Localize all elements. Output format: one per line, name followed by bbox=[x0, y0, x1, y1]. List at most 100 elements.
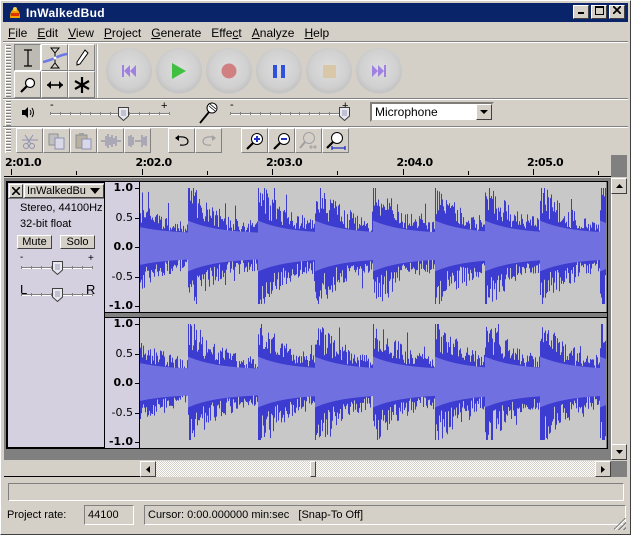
dropdown-arrow-icon[interactable] bbox=[476, 104, 492, 120]
undo-button[interactable] bbox=[168, 128, 195, 153]
resize-grip[interactable] bbox=[614, 518, 626, 530]
draw-tool[interactable] bbox=[68, 44, 95, 71]
scroll-right-button[interactable] bbox=[595, 461, 611, 477]
vertical-scroll-track[interactable] bbox=[611, 194, 627, 444]
minimize-button[interactable] bbox=[573, 5, 589, 19]
arrow-left-icon bbox=[146, 465, 150, 473]
menu-generate[interactable]: Generate bbox=[146, 26, 206, 40]
slider-thumb[interactable] bbox=[118, 107, 129, 122]
track-bit-depth: 32-bit float bbox=[20, 218, 72, 230]
gain-slider[interactable] bbox=[21, 261, 93, 276]
status-bar: Cursor: 0:00.000000 min:sec [Snap-To Off… bbox=[144, 505, 626, 525]
waveform-right-channel[interactable] bbox=[140, 318, 606, 448]
track-name: InWalkedBu bbox=[27, 185, 86, 197]
scroll-left-button[interactable] bbox=[140, 461, 156, 477]
input-source-select[interactable]: Microphone bbox=[370, 102, 494, 122]
stop-button[interactable] bbox=[306, 48, 352, 94]
amplitude-label: 0.0 bbox=[113, 376, 134, 389]
ruler-tick bbox=[337, 171, 338, 175]
mixer-grip[interactable] bbox=[5, 101, 11, 126]
cut-button[interactable] bbox=[16, 128, 43, 153]
paste-button[interactable] bbox=[70, 128, 97, 153]
fit-selection-button[interactable] bbox=[295, 128, 322, 153]
window-title: InWalkedBud bbox=[26, 5, 105, 20]
title-bar: InWalkedBud bbox=[3, 3, 628, 22]
waveform-left-channel[interactable] bbox=[140, 182, 606, 312]
silence-button[interactable] bbox=[124, 128, 151, 153]
multi-tool[interactable] bbox=[68, 71, 95, 98]
slider-thumb[interactable] bbox=[339, 107, 350, 122]
amplitude-label: -1.0 bbox=[108, 299, 133, 312]
amplitude-tick bbox=[135, 247, 139, 248]
menu-file[interactable]: File bbox=[3, 26, 32, 40]
menu-bar: File Edit View Project Generate Effect Analyze… bbox=[3, 23, 334, 42]
ruler-tick bbox=[403, 169, 404, 175]
scroll-down-button[interactable] bbox=[611, 444, 627, 460]
selection-tool[interactable] bbox=[14, 44, 41, 71]
redo-button[interactable] bbox=[195, 128, 222, 153]
amplitude-label: 1.0 bbox=[113, 181, 134, 194]
timeshift-tool[interactable] bbox=[41, 71, 68, 98]
vertical-ruler-right: 1.0 0.5 0.0 -0.5 -1.0 bbox=[105, 317, 140, 448]
fit-project-button[interactable] bbox=[322, 128, 349, 153]
copy-icon bbox=[48, 132, 66, 150]
transport-toolbar bbox=[96, 44, 408, 98]
project-rate-field[interactable]: 44100 bbox=[84, 505, 134, 525]
slider-thumb[interactable] bbox=[52, 288, 63, 303]
pan-slider[interactable] bbox=[21, 288, 93, 303]
menu-help[interactable]: Help bbox=[299, 26, 334, 40]
magnifier-icon bbox=[19, 77, 35, 93]
maximize-button[interactable] bbox=[591, 5, 607, 19]
asterisk-icon bbox=[73, 76, 90, 93]
skip-start-button[interactable] bbox=[106, 48, 152, 94]
amplitude-label: -0.5 bbox=[111, 269, 133, 283]
solo-button[interactable]: Solo bbox=[60, 235, 95, 249]
amplitude-label: 0.5 bbox=[115, 210, 134, 224]
horizontal-scroll-thumb[interactable] bbox=[310, 461, 316, 477]
vertical-scrollbar[interactable] bbox=[611, 178, 627, 460]
zoom-tool[interactable] bbox=[14, 71, 41, 98]
arrow-right-icon bbox=[601, 465, 605, 473]
copy-button[interactable] bbox=[43, 128, 70, 153]
envelope-tool[interactable] bbox=[41, 44, 68, 71]
amplitude-tick bbox=[135, 324, 139, 325]
toolbar-grip[interactable] bbox=[5, 45, 11, 97]
menu-view[interactable]: View bbox=[63, 26, 99, 40]
ruler-tick bbox=[207, 171, 208, 175]
menu-effect[interactable]: Effect bbox=[206, 26, 246, 40]
amplitude-tick bbox=[135, 276, 139, 278]
edit-grip[interactable] bbox=[5, 129, 11, 153]
double-arrow-icon bbox=[46, 80, 63, 89]
ruler-tick bbox=[272, 169, 273, 175]
ruler-end bbox=[611, 155, 627, 177]
horizontal-scrollbar[interactable] bbox=[140, 461, 611, 477]
ruler-tick bbox=[533, 169, 534, 175]
menu-edit[interactable]: Edit bbox=[32, 26, 63, 40]
trim-button[interactable] bbox=[97, 128, 124, 153]
output-volume-slider[interactable] bbox=[50, 107, 170, 122]
mute-button[interactable]: Mute bbox=[17, 235, 52, 249]
slider-thumb[interactable] bbox=[52, 261, 63, 276]
pause-button[interactable] bbox=[256, 48, 302, 94]
zoom-out-button[interactable] bbox=[268, 128, 295, 153]
menu-project[interactable]: Project bbox=[99, 26, 146, 40]
ruler-tick bbox=[76, 171, 77, 175]
scroll-up-button[interactable] bbox=[611, 178, 627, 194]
close-button[interactable] bbox=[609, 5, 625, 19]
input-volume-slider[interactable] bbox=[230, 107, 350, 122]
play-button[interactable] bbox=[156, 48, 202, 94]
amplitude-tick bbox=[135, 188, 139, 189]
skip-end-icon bbox=[372, 65, 386, 77]
menu-analyze[interactable]: Analyze bbox=[247, 26, 300, 40]
amplitude-label: 0.5 bbox=[115, 346, 134, 360]
record-button[interactable] bbox=[206, 48, 252, 94]
timeline-ruler[interactable]: 2:01.0 2:02.0 2:03.0 2:04.0 2:05.0 bbox=[4, 155, 611, 177]
track-menu-button[interactable]: InWalkedBu bbox=[24, 184, 104, 198]
project-rate-label: Project rate: bbox=[7, 509, 67, 521]
redo-icon bbox=[201, 134, 217, 147]
skip-end-button[interactable] bbox=[356, 48, 402, 94]
track-close-button[interactable] bbox=[9, 184, 23, 198]
zoom-in-button[interactable] bbox=[241, 128, 268, 153]
input-source-value: Microphone bbox=[375, 105, 438, 119]
ruler-label: 2:01.0 bbox=[5, 156, 42, 169]
